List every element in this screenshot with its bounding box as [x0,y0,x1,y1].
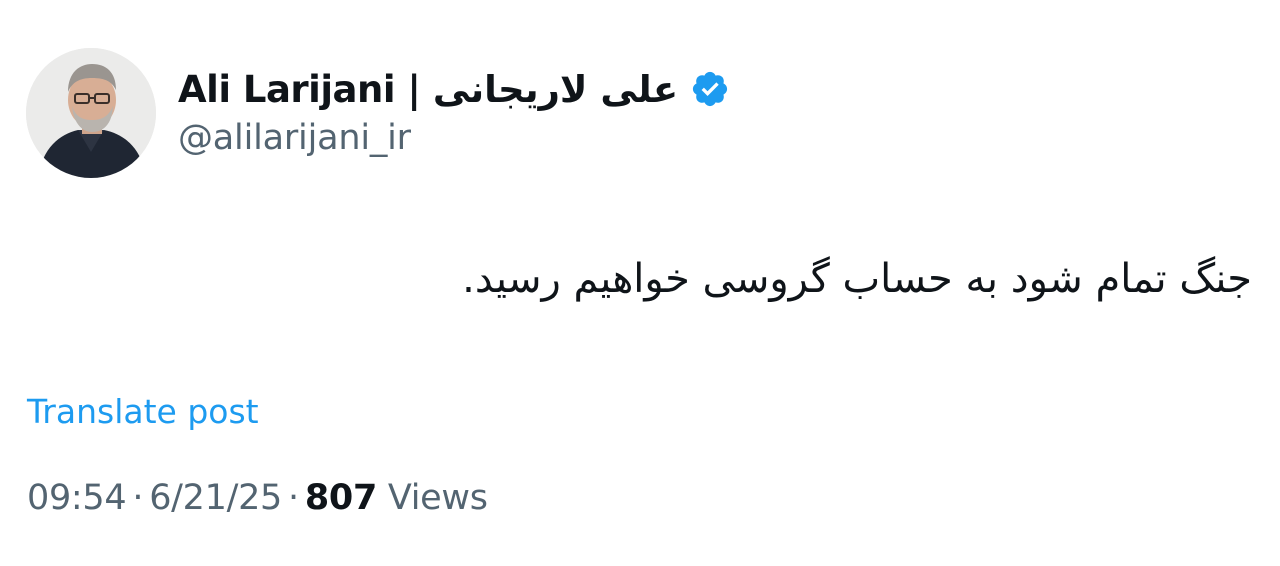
author-handle[interactable]: @alilarijani_ir [178,118,411,158]
translate-post-link[interactable]: Translate post [27,392,259,431]
views-count[interactable]: 807 [305,478,377,518]
post-text: جنگ تمام شود به حساب گروسی خواهیم رسید. [462,256,1252,302]
views-label[interactable]: Views [388,478,488,518]
avatar-photo [26,48,156,178]
meta-separator: · [132,478,144,518]
post-meta: 09:54 · 6/21/25 · 807 Views [27,478,488,518]
display-name[interactable]: Ali Larijani | علی لاریجانی [178,68,679,111]
author-name-row[interactable]: Ali Larijani | علی لاریجانی [178,64,730,114]
verified-badge-icon[interactable] [690,69,730,109]
avatar[interactable] [26,48,156,178]
post-date[interactable]: 6/21/25 [149,478,282,518]
post-time[interactable]: 09:54 [27,478,127,518]
meta-separator: · [288,478,299,518]
tweet: Ali Larijani | علی لاریجانی @alilarijani… [0,0,1280,566]
